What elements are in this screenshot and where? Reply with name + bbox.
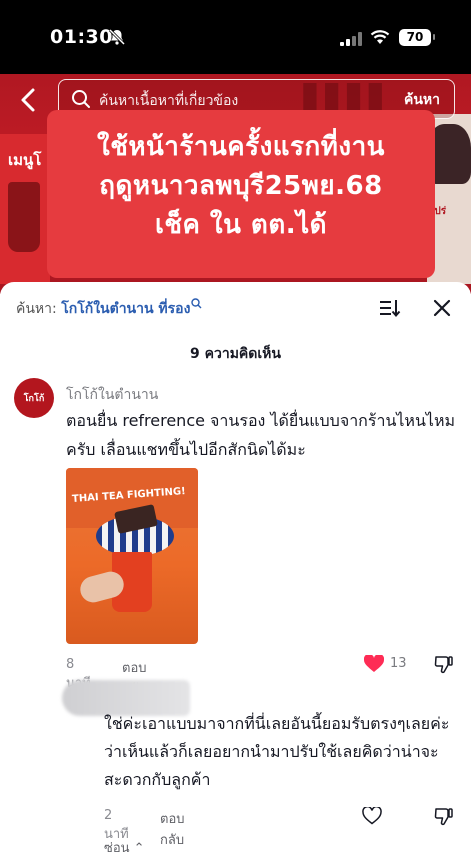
close-icon[interactable] xyxy=(432,298,452,318)
like-count: 13 xyxy=(390,656,407,671)
video-sign-left-text: เมนูโ xyxy=(8,151,42,169)
comment-search-query[interactable]: ค้นหา: โกโก้ในตำนาน ที่รอง xyxy=(16,298,202,320)
avatar[interactable]: โกโก้ xyxy=(14,378,54,418)
search-button[interactable]: ค้นหา xyxy=(404,89,440,111)
signal-icon xyxy=(340,32,362,46)
wifi-icon xyxy=(370,30,390,44)
search-icon xyxy=(72,90,90,108)
heart-outline-icon[interactable] xyxy=(362,807,382,825)
dislike-icon[interactable] xyxy=(434,806,454,826)
video-caption: ใช้หน้าร้านครั้งแรกที่งาน ฤดูหนาวลพบุรี2… xyxy=(47,110,435,278)
hide-replies-button[interactable]: ซ่อน ⌃ xyxy=(104,837,145,858)
heart-icon[interactable] xyxy=(364,655,384,673)
comment-photo[interactable]: THAI TEA FIGHTING! xyxy=(66,468,198,644)
search-term[interactable]: โกโก้ในตำนาน ที่รอง xyxy=(61,301,190,317)
dislike-icon[interactable] xyxy=(434,654,454,674)
comment-count: 9 ความคิดเห็น xyxy=(190,346,281,362)
back-arrow-icon[interactable] xyxy=(16,86,40,114)
reply-button[interactable]: ตอบกลับ xyxy=(160,808,185,850)
chevron-up-icon: ⌃ xyxy=(133,841,145,856)
status-bar: 01:30 70 xyxy=(0,0,471,74)
search-label: ค้นหา: xyxy=(16,301,57,317)
comments-sheet: ค้นหา: โกโก้ในตำนาน ที่รอง 9 ความคิดเห็น… xyxy=(0,282,471,868)
search-placeholder: ค้นหาเนื้อหาที่เกี่ยวข้อง xyxy=(99,93,239,109)
sort-icon[interactable] xyxy=(379,298,401,318)
caption-line: เช็ค ใน ตต.ได้ xyxy=(154,210,328,240)
hide-label: ซ่อน xyxy=(104,841,130,856)
caption-line: ฤดูหนาวลพบุรี25พย.68 xyxy=(99,171,383,201)
search-icon xyxy=(191,298,202,309)
avatar-logo-text: โกโก้ xyxy=(23,394,45,404)
video-sign-left: เมนูโ xyxy=(0,134,50,284)
status-time: 01:30 xyxy=(50,26,113,48)
drink-cup-image xyxy=(8,182,40,252)
bell-muted-icon xyxy=(108,28,126,46)
battery-indicator: 70 xyxy=(399,29,435,46)
comment-text: ตอนยื่น refrerence จานรอง ได้ยื่นแบบจากร… xyxy=(66,411,456,459)
caption-line: ใช้หน้าร้านครั้งแรกที่งาน xyxy=(97,132,385,162)
comment-username[interactable]: โกโก้ในตำนาน xyxy=(66,384,158,406)
reply-text: ใช่ค่ะเอาแบบมาจากที่นี่เลยอันนี้ยอมรับตร… xyxy=(104,714,450,789)
